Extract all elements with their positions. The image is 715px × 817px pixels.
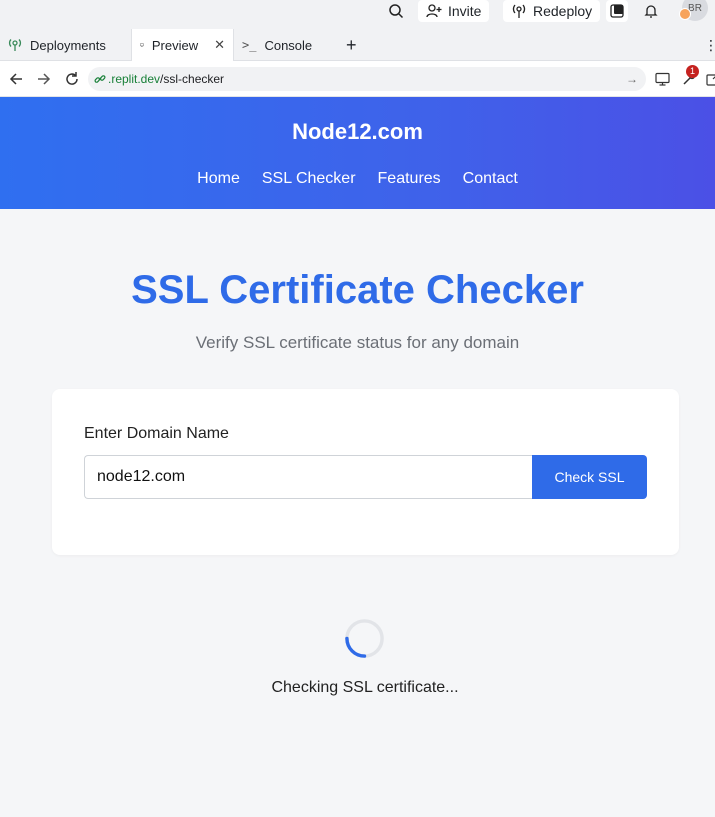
- close-icon[interactable]: ✕: [214, 37, 225, 53]
- loading-status-text: Checking SSL certificate...: [271, 679, 459, 696]
- nav-link-features[interactable]: Features: [378, 170, 441, 188]
- terminal-icon: >_: [242, 38, 257, 52]
- tab-deployments[interactable]: Deployments: [0, 29, 131, 61]
- nav-link-ssl-checker[interactable]: SSL Checker: [262, 170, 356, 188]
- tab-preview[interactable]: Preview ✕: [131, 29, 234, 61]
- nav-link-contact[interactable]: Contact: [463, 170, 518, 188]
- invite-label: Invite: [448, 3, 482, 19]
- loading-spinner-icon: [345, 619, 384, 658]
- tab-console[interactable]: >_ Console: [234, 29, 334, 61]
- monitor-icon: [140, 43, 144, 47]
- site-logo-title[interactable]: Node12.com: [0, 119, 715, 145]
- page-subtitle: Verify SSL certificate status for any do…: [195, 333, 520, 352]
- new-window-icon[interactable]: [703, 69, 715, 89]
- extensions-button[interactable]: [606, 0, 628, 22]
- tab-label: Preview: [151, 37, 199, 53]
- domain-form-card: Enter Domain Name Check SSL: [52, 389, 679, 555]
- workspace-topbar: Invite Redeploy BR: [0, 0, 715, 29]
- redeploy-button[interactable]: Redeploy: [503, 0, 601, 22]
- page-title: SSL Certificate Checker: [131, 268, 584, 312]
- url-input[interactable]: .replit.dev/ssl-checker →: [88, 67, 646, 91]
- nav-link-home[interactable]: Home: [197, 170, 240, 188]
- url-path: /ssl-checker: [160, 72, 225, 86]
- bell-icon[interactable]: [643, 0, 659, 22]
- deployments-icon: [8, 39, 22, 51]
- more-icon[interactable]: ⋮: [704, 29, 715, 61]
- site-header: Node12.com Home SSL Checker Features Con…: [0, 97, 715, 209]
- add-user-icon: [426, 4, 442, 18]
- search-icon[interactable]: [388, 0, 404, 22]
- tab-label: Deployments: [30, 37, 106, 53]
- forward-icon[interactable]: [34, 69, 54, 89]
- invite-button[interactable]: Invite: [418, 0, 490, 22]
- panels-icon: [610, 4, 624, 18]
- devices-icon[interactable]: [652, 69, 672, 89]
- open-external-icon[interactable]: →: [626, 72, 638, 86]
- site-nav: Home SSL Checker Features Contact: [0, 170, 715, 188]
- avatar-status-badge: [679, 8, 691, 20]
- domain-input-label: Enter Domain Name: [84, 425, 229, 442]
- notification-badge: 1: [686, 65, 699, 78]
- tab-bar: Deployments Preview ✕ >_ Console + ⋮: [0, 29, 715, 61]
- check-ssl-button[interactable]: Check SSL: [532, 455, 647, 499]
- reload-icon[interactable]: [62, 69, 82, 89]
- link-icon: [94, 75, 106, 83]
- domain-input[interactable]: [84, 455, 533, 499]
- redeploy-label: Redeploy: [533, 3, 593, 19]
- tab-label: Console: [264, 37, 313, 53]
- url-host: .replit.dev: [108, 72, 161, 86]
- back-icon[interactable]: [6, 69, 26, 89]
- new-tab-button[interactable]: +: [338, 29, 365, 61]
- deploy-icon: [512, 4, 526, 18]
- browser-url-bar: .replit.dev/ssl-checker → 1: [0, 61, 715, 97]
